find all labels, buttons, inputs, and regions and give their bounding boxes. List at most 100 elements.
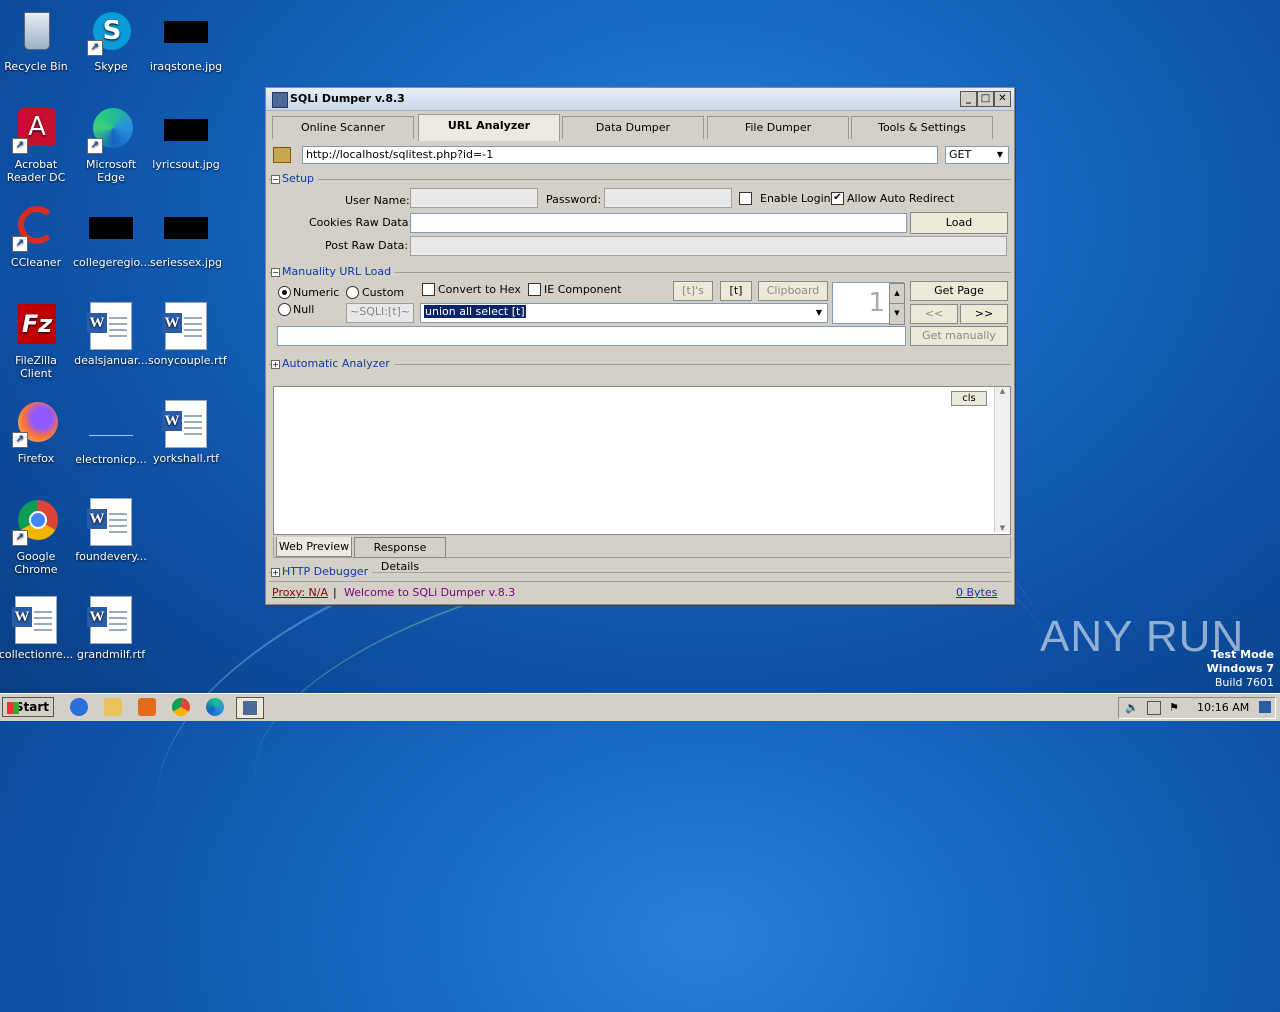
desktop-icon-label: seriessex.jpg <box>150 256 222 269</box>
convert-hex-checkbox[interactable] <box>422 283 435 296</box>
manual-load-group-title[interactable]: − Manuality URL Load <box>271 265 396 278</box>
method-select[interactable]: GET ▼ <box>945 146 1009 164</box>
desktop-icon-lyricsout[interactable]: lyricsout.jpg <box>148 106 224 171</box>
password-input[interactable] <box>604 188 732 208</box>
tab-url-analyzer[interactable]: URL Analyzer <box>418 114 560 141</box>
http-debugger-toggle[interactable]: + HTTP Debugger <box>271 565 373 578</box>
allow-auto-redirect-checkbox[interactable]: ✔ <box>831 192 844 205</box>
chrome-taskbar-icon[interactable] <box>172 698 190 716</box>
numeric-radio[interactable] <box>278 286 291 299</box>
clipboard-button[interactable]: Clipboard <box>758 281 828 301</box>
get-manually-button[interactable]: Get manually <box>910 326 1008 346</box>
next-button[interactable]: >> <box>960 304 1008 324</box>
desktop-icon-dealsjanuar[interactable]: W dealsjanuar... <box>73 302 149 367</box>
desktop-icon-label: foundevery... <box>75 550 147 563</box>
desktop-icon-label: lyricsout.jpg <box>152 158 220 171</box>
bytes-count-link[interactable]: 0 Bytes <box>956 586 997 599</box>
scroll-down-icon[interactable]: ▼ <box>995 524 1010 532</box>
action-center-flag-icon[interactable]: ⚑ <box>1169 701 1179 714</box>
cls-button[interactable]: cls <box>951 391 987 406</box>
enable-login-label: Enable Login <box>760 192 831 205</box>
desktop-icon-collectionre[interactable]: W collectionre... <box>0 596 74 661</box>
desktop-icon-skype[interactable]: S ↗ Skype <box>73 8 149 73</box>
status-bar: Proxy: N/A | Welcome to SQLi Dumper v.8.… <box>269 581 1011 602</box>
desktop-icon-electronicp[interactable]: electronicp... <box>73 400 149 466</box>
maximize-button[interactable]: □ <box>977 91 994 107</box>
desktop-icon-collegeregio[interactable]: collegeregio... <box>73 204 151 269</box>
spinner-down-icon[interactable]: ▼ <box>889 303 905 325</box>
network-icon[interactable] <box>1147 701 1161 715</box>
enable-login-checkbox[interactable] <box>739 192 752 205</box>
spinner-up-icon[interactable]: ▲ <box>889 283 905 305</box>
username-label: User Name: <box>345 194 410 207</box>
setup-group-title[interactable]: − Setup <box>271 172 319 185</box>
vertical-scrollbar[interactable]: ▲ ▼ <box>994 387 1010 532</box>
word-document-icon: W <box>12 596 60 644</box>
explorer-folder-icon[interactable] <box>104 698 122 716</box>
desktop-icon-chrome[interactable]: ↗ Google Chrome <box>0 498 74 576</box>
desktop-icon-firefox[interactable]: ↗ Firefox <box>0 400 74 465</box>
password-label: Password: <box>546 193 602 206</box>
null-radio[interactable] <box>278 303 291 316</box>
media-player-icon[interactable] <box>138 698 156 716</box>
tab-tools-settings[interactable]: Tools & Settings <box>851 116 993 139</box>
desktop-icon-filezilla[interactable]: Fz FileZilla Client <box>0 302 74 380</box>
ie-icon[interactable] <box>70 698 88 716</box>
desktop-icon-grandmilf[interactable]: W grandmilf.rtf <box>73 596 149 661</box>
main-tabs: Online Scanner URL Analyzer Data Dumper … <box>272 114 1002 141</box>
auto-analyzer-toggle[interactable]: + Automatic Analyzer <box>271 357 394 370</box>
desktop-icon-acrobat[interactable]: A ↗ Acrobat Reader DC <box>0 106 74 184</box>
t-button[interactable]: [t] <box>720 281 752 301</box>
scroll-up-icon[interactable]: ▲ <box>995 387 1010 395</box>
window-titlebar[interactable]: SQLi Dumper v.8.3 _ □ ✕ <box>266 88 1014 111</box>
image-thumbnail-icon <box>164 21 208 43</box>
tab-file-dumper[interactable]: File Dumper <box>707 116 849 139</box>
clock[interactable]: 10:16 AM <box>1197 701 1249 714</box>
desktop-icon-yorkshall[interactable]: W yorkshall.rtf <box>148 400 224 465</box>
get-page-button[interactable]: Get Page <box>910 281 1008 301</box>
close-button[interactable]: ✕ <box>994 91 1011 107</box>
paste-icon[interactable] <box>273 147 291 163</box>
desktop-icon-edge[interactable]: ↗ Microsoft Edge <box>73 106 149 184</box>
test-mode-line: Build 7601 <box>1214 676 1274 689</box>
edge-taskbar-icon[interactable] <box>206 698 224 716</box>
union-select-combo[interactable]: union all select [t] ▼ <box>420 303 828 323</box>
test-mode-notice: Test Mode Windows 7 Build 7601 <box>1207 648 1274 690</box>
tab-response-details[interactable]: Response Details <box>354 537 446 573</box>
desktop-icon-sonycouple[interactable]: W sonycouple.rtf <box>148 302 227 367</box>
window-title: SQLi Dumper v.8.3 <box>290 92 405 105</box>
chrome-icon: ↗ <box>12 498 60 546</box>
desktop-icon-label: collegeregio... <box>73 256 151 269</box>
tab-web-preview[interactable]: Web Preview <box>276 537 352 557</box>
spinner-value: 1 <box>868 288 885 318</box>
custom-pattern-input[interactable]: ~SQLI:[t]~ <box>346 303 414 323</box>
minimize-button[interactable]: _ <box>960 91 977 107</box>
url-input[interactable]: http://localhost/sqlitest.php?id=-1 <box>302 146 938 164</box>
post-data-input[interactable] <box>410 236 1007 256</box>
ts-button[interactable]: [t]'s <box>673 281 713 301</box>
web-preview-area[interactable]: cls ▲ ▼ <box>273 386 1011 535</box>
tab-data-dumper[interactable]: Data Dumper <box>562 116 704 139</box>
proxy-status-link[interactable]: Proxy: N/A <box>272 586 328 599</box>
app-icon <box>243 701 257 715</box>
start-button[interactable]: Start <box>2 697 54 717</box>
word-document-icon: W <box>87 302 135 350</box>
custom-radio[interactable] <box>346 286 359 299</box>
desktop-icon-ccleaner[interactable]: ↗ CCleaner <box>0 204 74 269</box>
desktop-icon-iraqstone[interactable]: iraqstone.jpg <box>148 8 224 73</box>
show-desktop-icon[interactable] <box>1259 701 1271 713</box>
desktop-icon-recycle-bin[interactable]: Recycle Bin <box>0 8 74 73</box>
desktop-icon-seriessex[interactable]: seriessex.jpg <box>148 204 224 269</box>
username-input[interactable] <box>410 188 538 208</box>
desktop-icon-foundevery[interactable]: W foundevery... <box>73 498 149 563</box>
ie-component-checkbox[interactable] <box>528 283 541 296</box>
desktop-icon-label: electronicp... <box>75 453 147 466</box>
manual-url-input[interactable] <box>277 326 906 346</box>
prev-button[interactable]: << <box>910 304 958 324</box>
load-button[interactable]: Load <box>910 212 1008 234</box>
cookies-input[interactable] <box>410 213 907 233</box>
setup-group: − Setup <box>269 172 1011 185</box>
tab-online-scanner[interactable]: Online Scanner <box>272 116 414 139</box>
sqli-dumper-taskbar-button[interactable] <box>236 697 264 719</box>
volume-icon[interactable]: 🔈 <box>1125 701 1139 714</box>
